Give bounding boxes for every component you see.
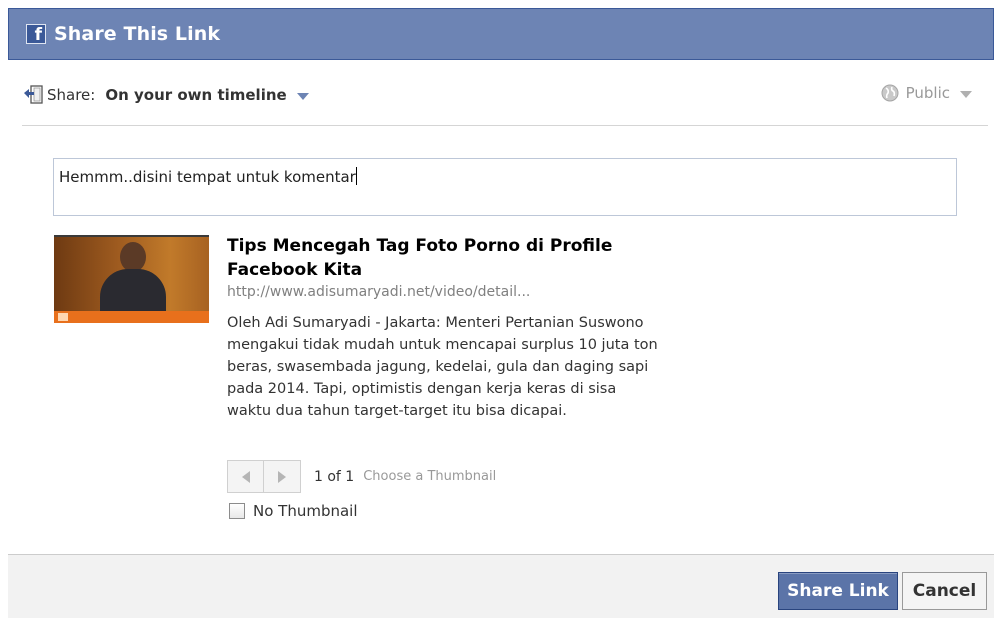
privacy-selector[interactable]: Public [881,84,972,102]
globe-icon [881,84,899,102]
thumbnail-logo-mark [58,313,68,321]
link-url: http://www.adisumaryadi.net/video/detail… [227,284,531,300]
privacy-label: Public [905,84,950,102]
dialog-footer: Share Link Cancel [8,554,994,618]
comment-text: Hemmm..disini tempat untuk komentar [59,168,356,186]
divider [22,125,988,126]
share-label: Share: [47,86,96,104]
share-link-button[interactable]: Share Link [778,572,898,610]
no-thumbnail-label[interactable]: No Thumbnail [253,502,358,520]
dialog-titlebar: f Share This Link [8,8,994,60]
next-arrow-icon [278,470,286,483]
link-description[interactable]: Oleh Adi Sumaryadi - Jakarta: Menteri Pe… [227,312,659,422]
share-target-dropdown[interactable]: On your own timeline [105,86,309,104]
link-title[interactable]: Tips Mencegah Tag Foto Porno di Profile … [227,234,657,282]
thumbnail-pager: 1 of 1 Choose a Thumbnail [227,460,496,493]
thumbnail-page-count: 1 of 1 [314,468,355,485]
next-thumbnail-button[interactable] [264,460,301,493]
share-link-dialog: f Share This Link Share: On your own tim… [8,8,994,618]
no-thumbnail-checkbox[interactable] [229,503,245,519]
share-target-label: On your own timeline [105,86,287,104]
prev-thumbnail-button[interactable] [227,460,264,493]
cancel-button[interactable]: Cancel [902,572,987,610]
thumbnail-video-bar [54,311,209,323]
no-thumbnail-option: No Thumbnail [229,502,358,520]
choose-thumbnail-label: Choose a Thumbnail [363,469,497,484]
thumbnail-person-head [120,242,146,272]
prev-arrow-icon [241,470,250,483]
facebook-logo-icon: f [26,24,46,44]
share-icon [22,84,44,106]
share-destination-bar: Share: On your own timeline Public [22,78,982,112]
dialog-title: Share This Link [54,23,221,45]
link-thumbnail [54,235,209,323]
text-cursor [355,167,357,185]
chevron-down-icon [960,90,972,98]
chevron-down-icon [296,92,309,100]
comment-input[interactable]: Hemmm..disini tempat untuk komentar [53,158,957,216]
